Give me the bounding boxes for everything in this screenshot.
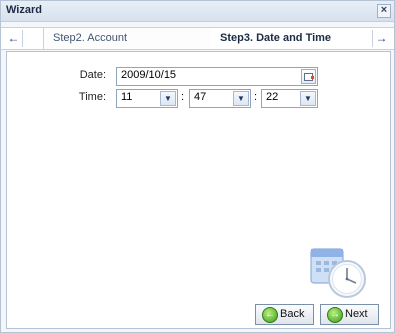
next-arrow-icon: → <box>327 307 343 323</box>
hour-value: 11 <box>121 91 133 103</box>
step-content-panel: Date: 2009/10/15 Time: 11 ▼ : 47 ▼ : 22 … <box>6 51 391 329</box>
chevron-down-icon[interactable]: ▼ <box>300 91 316 106</box>
tab-step3-date-time[interactable]: Step3. Date and Time <box>211 28 379 49</box>
hour-select[interactable]: 11 ▼ <box>116 89 178 108</box>
title-bar: Wizard × <box>1 1 394 22</box>
time-separator: : <box>181 91 185 103</box>
calendar-icon[interactable] <box>301 69 316 84</box>
next-button-label: Next <box>345 308 368 320</box>
date-label: Date: <box>79 69 106 81</box>
step-tab-bar: ← Step2. Account Step3. Date and Time → <box>1 27 394 50</box>
second-value: 22 <box>266 91 279 103</box>
date-value: 2009/10/15 <box>121 69 177 81</box>
date-input[interactable]: 2009/10/15 <box>116 67 318 86</box>
back-arrow-icon: ← <box>262 307 278 323</box>
window-title: Wizard <box>6 4 42 16</box>
back-button-label: Back <box>280 308 305 320</box>
tab-scroll-right-button[interactable]: → <box>372 30 390 47</box>
next-button[interactable]: → Next <box>320 304 379 325</box>
minute-select[interactable]: 47 ▼ <box>189 89 251 108</box>
tab-step2-account[interactable]: Step2. Account <box>43 28 218 49</box>
second-select[interactable]: 22 ▼ <box>261 89 318 108</box>
time-separator: : <box>254 91 258 103</box>
tab-scroll-left-button[interactable]: ← <box>5 30 23 47</box>
time-label: Time: <box>78 91 106 103</box>
wizard-window: Wizard × ← Step2. Account Step3. Date an… <box>0 0 395 333</box>
close-button[interactable]: × <box>377 4 391 18</box>
calendar-clock-icon <box>310 248 366 298</box>
chevron-down-icon[interactable]: ▼ <box>233 91 249 106</box>
back-button[interactable]: ← Back <box>255 304 314 325</box>
minute-value: 47 <box>194 91 207 103</box>
chevron-down-icon[interactable]: ▼ <box>160 91 176 106</box>
